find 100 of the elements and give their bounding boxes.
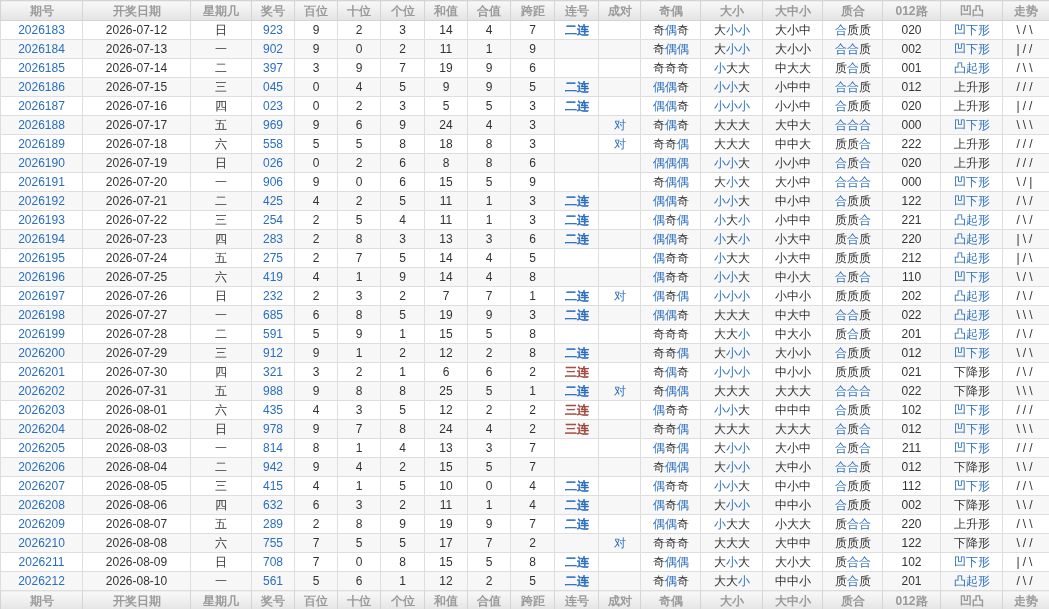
table-cell: 合合质 — [834, 42, 871, 56]
table-cell: 合合合 — [834, 175, 871, 189]
shape-label: 上升形 — [953, 156, 990, 170]
table-cell: 5 — [510, 248, 555, 268]
table-cell: 5 — [337, 210, 381, 230]
table-cell: 6 — [510, 58, 555, 78]
table-cell: 小小大 — [713, 270, 750, 284]
table-cell: 3 — [380, 96, 425, 116]
table-cell: 2026-07-22 — [82, 210, 191, 230]
table-cell: 质合合 — [834, 517, 871, 531]
column-header: 和值 — [424, 0, 468, 21]
winning-number: 254 — [251, 210, 295, 230]
table-cell: 3 — [337, 400, 381, 420]
table-cell: 3 — [294, 58, 338, 78]
table-cell: 5 — [380, 248, 425, 268]
table-cell: 2 — [337, 20, 381, 40]
table-cell: 021 — [882, 362, 941, 382]
table-cell: 偶偶偶 — [652, 156, 689, 170]
table-cell: 大小小 — [713, 460, 750, 474]
column-header: 百位 — [294, 0, 338, 21]
table-cell: 四 — [190, 96, 252, 116]
table-cell: 2 — [510, 362, 555, 382]
table-cell: 中大大 — [762, 58, 823, 78]
table-cell: 质合质 — [834, 61, 871, 75]
consecutive-label: 三连 — [564, 403, 589, 417]
shape-label: 凹下形 — [953, 555, 990, 569]
table-cell: 14 — [424, 248, 468, 268]
table-cell: 日 — [190, 20, 252, 40]
table-cell: 三 — [190, 476, 252, 496]
consecutive-label: 二连 — [564, 346, 589, 360]
table-cell: 奇奇奇 — [652, 61, 689, 75]
table-cell: 202 — [882, 286, 941, 306]
winning-number: 814 — [251, 438, 295, 458]
table-cell: 中大小 — [762, 324, 823, 344]
table-cell: 大大大 — [713, 308, 750, 322]
column-header: 012路 — [882, 0, 941, 21]
consecutive-label: 二连 — [564, 498, 589, 512]
table-cell: 2026-07-16 — [82, 96, 191, 116]
table-cell: 小小大 — [713, 194, 750, 208]
shape-label: 凹下形 — [953, 175, 990, 189]
column-header: 期号 — [0, 0, 83, 21]
shape-label: 下降形 — [953, 365, 990, 379]
consecutive-label: 三连 — [564, 365, 589, 379]
table-cell: 5 — [337, 134, 381, 154]
table-cell: 8 — [510, 552, 555, 572]
table-cell: 偶奇偶 — [652, 213, 689, 227]
shape-label: 凹下形 — [953, 346, 990, 360]
table-cell: 质质合 — [834, 213, 871, 227]
table-cell: 6 — [467, 362, 511, 382]
table-cell: 偶偶奇 — [652, 308, 689, 322]
table-cell: 5 — [467, 552, 511, 572]
table-cell: 0 — [467, 476, 511, 496]
consecutive-label: 二连 — [564, 517, 589, 531]
consecutive-label: 二连 — [564, 555, 589, 569]
table-cell: 10 — [424, 476, 468, 496]
column-header: 合值 — [467, 0, 511, 21]
table-cell: 5 — [380, 400, 425, 420]
consecutive-label: 二连 — [564, 289, 589, 303]
table-cell: 7 — [510, 20, 555, 40]
table-cell: 小大小 — [713, 232, 750, 246]
table-cell: 偶奇奇 — [652, 403, 689, 417]
consecutive-label: 二连 — [564, 213, 589, 227]
table-cell: 偶偶奇 — [652, 99, 689, 113]
table-cell: 7 — [467, 286, 511, 306]
shape-label: 凸起形 — [953, 308, 990, 322]
table-cell: 偶奇偶 — [652, 498, 689, 512]
table-cell: 8 — [337, 514, 381, 534]
table-cell: 大小大 — [762, 552, 823, 572]
table-cell: 奇奇奇 — [652, 536, 689, 550]
shape-label: 凸起形 — [953, 61, 990, 75]
table-cell: 18 — [424, 134, 468, 154]
shape-label: 凹下形 — [953, 118, 990, 132]
table-cell: 4 — [380, 210, 425, 230]
table-cell: 五 — [190, 248, 252, 268]
table-cell: 小大大 — [713, 517, 750, 531]
table-cell: 221 — [882, 210, 941, 230]
table-cell: 2 — [467, 400, 511, 420]
table-cell: 大大大 — [713, 384, 750, 398]
table-cell: 奇奇偶 — [652, 346, 689, 360]
table-cell: 小小中 — [762, 96, 823, 116]
table-cell: 合质质 — [834, 498, 871, 512]
table-cell: 三 — [190, 210, 252, 230]
winning-number: 321 — [251, 362, 295, 382]
table-cell: 222 — [882, 134, 941, 154]
table-cell: 9 — [337, 324, 381, 344]
table-cell: 偶偶奇 — [652, 232, 689, 246]
consecutive-label: 二连 — [564, 99, 589, 113]
column-header: 大小 — [700, 0, 763, 21]
table-cell: 8 — [380, 552, 425, 572]
table-cell: 大小小 — [713, 498, 750, 512]
table-cell: 小大大 — [713, 61, 750, 75]
table-cell: 一 — [190, 438, 252, 458]
consecutive-label: 二连 — [564, 232, 589, 246]
table-cell: 2 — [294, 248, 338, 268]
table-cell: 2026-08-03 — [82, 438, 191, 458]
pair-label: 对 — [613, 118, 626, 132]
table-cell: 奇偶偶 — [652, 42, 689, 56]
table-cell: 15 — [424, 324, 468, 344]
table-cell: 1 — [510, 286, 555, 306]
pair-label: 对 — [613, 289, 626, 303]
